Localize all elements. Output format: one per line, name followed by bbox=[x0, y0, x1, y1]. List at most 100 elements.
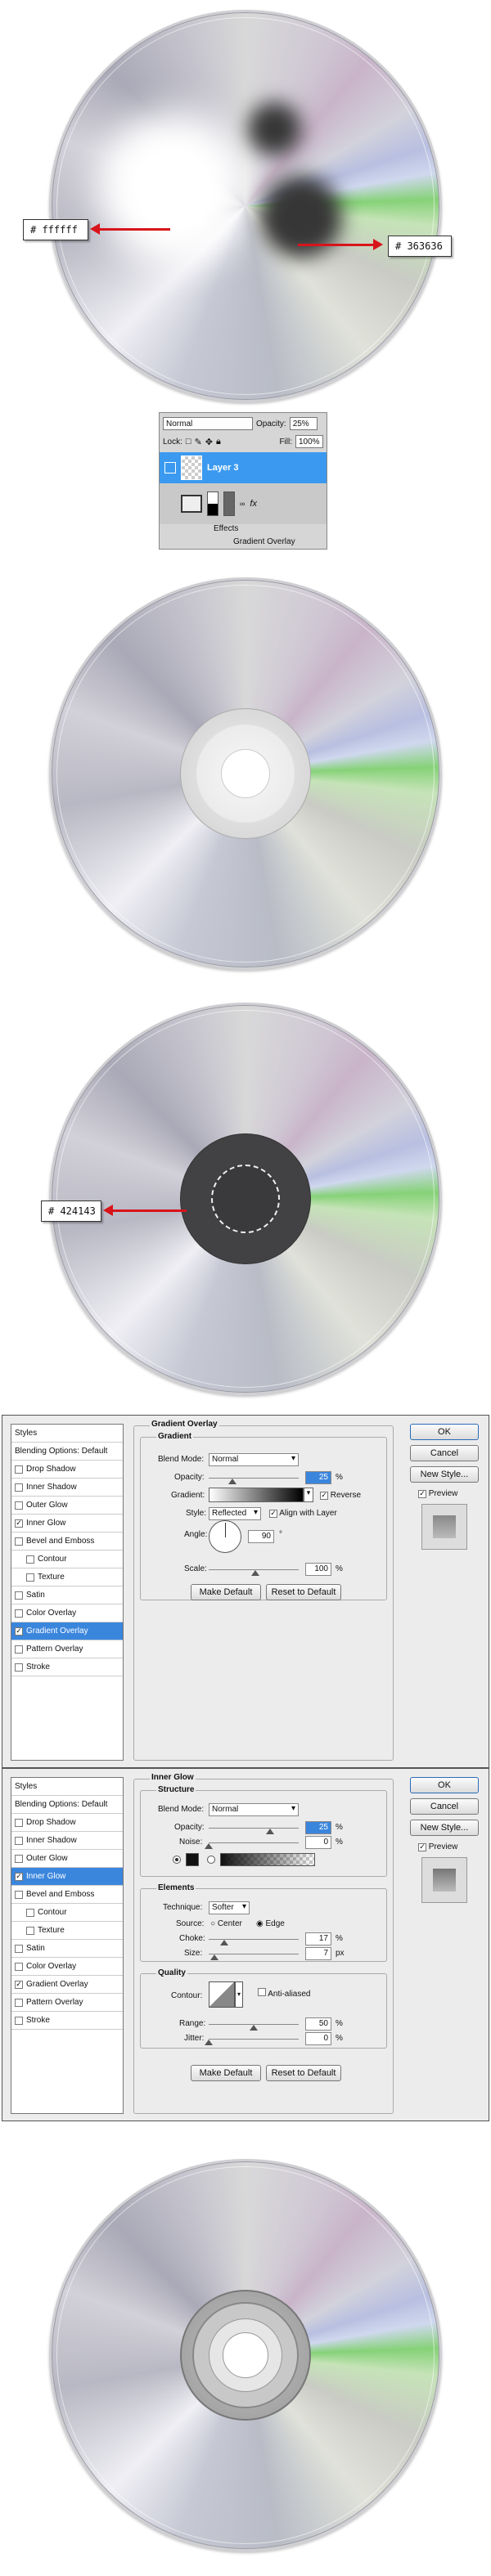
edge-radio[interactable]: ◉ Edge bbox=[256, 1919, 285, 1928]
link-icon[interactable]: ∞ bbox=[240, 500, 245, 508]
styles-header[interactable]: Styles bbox=[11, 1425, 123, 1443]
styles-texture[interactable]: Texture bbox=[11, 1922, 123, 1940]
checkbox[interactable] bbox=[15, 1591, 23, 1600]
checkbox-checked[interactable]: ✓ bbox=[15, 1872, 23, 1881]
checkbox[interactable] bbox=[15, 2016, 23, 2025]
styles-inner-glow[interactable]: ✓ Inner Glow bbox=[11, 1515, 123, 1533]
gradient-overlay-effect[interactable]: Gradient Overlay bbox=[233, 537, 295, 546]
contour-dropdown-icon[interactable]: ▾ bbox=[235, 1981, 243, 2008]
lock-paint-icon[interactable]: ✎ bbox=[195, 437, 202, 447]
preview-checkbox[interactable]: ✓ Preview bbox=[418, 1842, 457, 1851]
scale-field[interactable]: 100 bbox=[305, 1563, 331, 1576]
checkbox[interactable] bbox=[15, 1854, 23, 1863]
styles-inner-shadow[interactable]: Inner Shadow bbox=[11, 1479, 123, 1497]
styles-satin[interactable]: Satin bbox=[11, 1586, 123, 1604]
styles-color-overlay[interactable]: Color Overlay bbox=[11, 1604, 123, 1622]
slider-thumb[interactable] bbox=[251, 1566, 259, 1576]
styles-bevel[interactable]: Bevel and Emboss bbox=[11, 1886, 123, 1904]
styles-pattern-overlay[interactable]: Pattern Overlay bbox=[11, 1640, 123, 1658]
checkbox[interactable] bbox=[15, 1537, 23, 1546]
cancel-button[interactable]: Cancel bbox=[410, 1445, 479, 1461]
styles-blending[interactable]: Blending Options: Default bbox=[11, 1443, 123, 1461]
checkbox[interactable] bbox=[15, 1645, 23, 1654]
lock-transparent-icon[interactable]: □ bbox=[186, 437, 191, 447]
glow-gradient-swatch[interactable] bbox=[220, 1853, 315, 1866]
opacity-field[interactable]: 25 bbox=[305, 1471, 331, 1484]
make-default-button[interactable]: Make Default bbox=[191, 1584, 261, 1600]
technique-dropdown[interactable]: Softer bbox=[209, 1901, 250, 1914]
slider-thumb[interactable] bbox=[205, 2035, 213, 2045]
fill-field[interactable]: 100% bbox=[295, 435, 323, 448]
checkbox[interactable] bbox=[15, 1890, 23, 1899]
blend-mode-select[interactable]: Normal bbox=[163, 417, 253, 430]
checkbox[interactable] bbox=[15, 1483, 23, 1492]
noise-field[interactable]: 0 bbox=[305, 1836, 331, 1849]
reset-default-button[interactable]: Reset to Default bbox=[266, 1584, 341, 1600]
preview-checkbox[interactable]: ✓ Preview bbox=[418, 1489, 457, 1498]
ig-blend-dropdown[interactable]: Normal bbox=[209, 1803, 299, 1816]
layer-row-effects[interactable]: ∞ fx bbox=[160, 483, 327, 524]
color-swatch[interactable] bbox=[186, 1853, 199, 1866]
checkbox[interactable] bbox=[15, 1818, 23, 1827]
reset-default-button[interactable]: Reset to Default bbox=[266, 2065, 341, 2081]
slider-thumb[interactable] bbox=[210, 1950, 218, 1960]
center-radio[interactable]: ○ Center bbox=[210, 1919, 242, 1928]
checkbox[interactable] bbox=[26, 1555, 34, 1564]
styles-color-overlay[interactable]: Color Overlay bbox=[11, 1958, 123, 1976]
align-checkbox[interactable]: ✓ Align with Layer bbox=[269, 1509, 337, 1518]
ig-opacity-field[interactable]: 25 bbox=[305, 1821, 331, 1834]
ok-button[interactable]: OK bbox=[410, 1424, 479, 1440]
slider-thumb[interactable] bbox=[220, 1936, 228, 1945]
styles-outer-glow[interactable]: Outer Glow bbox=[11, 1497, 123, 1515]
angle-dial[interactable] bbox=[209, 1520, 241, 1553]
jitter-field[interactable]: 0 bbox=[305, 2032, 331, 2045]
choke-field[interactable]: 17 bbox=[305, 1932, 331, 1945]
noise-slider[interactable] bbox=[205, 1842, 299, 1849]
opacity-slider[interactable] bbox=[209, 1478, 299, 1484]
styles-gradient-overlay[interactable]: ✓ Gradient Overlay bbox=[11, 1622, 123, 1640]
slider-thumb[interactable] bbox=[266, 1824, 274, 1834]
checkbox[interactable] bbox=[26, 1926, 34, 1935]
range-field[interactable]: 50 bbox=[305, 2017, 331, 2031]
range-slider[interactable] bbox=[209, 2024, 299, 2031]
new-style-button[interactable]: New Style... bbox=[410, 1820, 479, 1836]
gradient-swatch[interactable] bbox=[209, 1488, 304, 1502]
styles-header[interactable]: Styles bbox=[11, 1778, 123, 1796]
styles-blending[interactable]: Blending Options: Default bbox=[11, 1796, 123, 1814]
ok-button[interactable]: OK bbox=[410, 1777, 479, 1793]
reverse-checkbox[interactable]: ✓ Reverse bbox=[320, 1491, 361, 1500]
checkbox-checked[interactable]: ✓ bbox=[15, 1627, 23, 1636]
styles-stroke[interactable]: Stroke bbox=[11, 2012, 123, 2030]
checkbox[interactable] bbox=[15, 1998, 23, 2007]
checkbox[interactable] bbox=[15, 1663, 23, 1672]
checkbox[interactable] bbox=[15, 1962, 23, 1971]
checkbox[interactable] bbox=[26, 1573, 34, 1582]
anti-aliased-checkbox[interactable]: Anti-aliased bbox=[258, 1988, 311, 1999]
styles-contour[interactable]: Contour bbox=[11, 1904, 123, 1922]
styles-bevel[interactable]: Bevel and Emboss bbox=[11, 1533, 123, 1551]
styles-satin[interactable]: Satin bbox=[11, 1940, 123, 1958]
styles-outer-glow[interactable]: Outer Glow bbox=[11, 1850, 123, 1868]
layer-row-layer3[interactable]: Layer 3 bbox=[160, 452, 327, 483]
style-dropdown[interactable]: Reflected bbox=[209, 1507, 261, 1520]
slider-thumb[interactable] bbox=[250, 2021, 258, 2031]
color-radio[interactable] bbox=[173, 1856, 181, 1864]
styles-drop-shadow[interactable]: Drop Shadow bbox=[11, 1461, 123, 1479]
checkbox[interactable] bbox=[15, 1836, 23, 1845]
styles-inner-glow[interactable]: ✓ Inner Glow bbox=[11, 1868, 123, 1886]
size-field[interactable]: 7 bbox=[305, 1947, 331, 1960]
cancel-button[interactable]: Cancel bbox=[410, 1798, 479, 1815]
lock-move-icon[interactable]: ✥ bbox=[205, 437, 213, 447]
styles-inner-shadow[interactable]: Inner Shadow bbox=[11, 1832, 123, 1850]
gradient-dropdown-icon[interactable]: ▾ bbox=[304, 1488, 313, 1502]
checkbox[interactable] bbox=[15, 1609, 23, 1618]
blend-mode-dropdown[interactable]: Normal bbox=[209, 1453, 299, 1466]
styles-stroke[interactable]: Stroke bbox=[11, 1658, 123, 1676]
styles-contour[interactable]: Contour bbox=[11, 1551, 123, 1568]
gradient-radio[interactable] bbox=[207, 1856, 215, 1864]
styles-drop-shadow[interactable]: Drop Shadow bbox=[11, 1814, 123, 1832]
checkbox[interactable] bbox=[15, 1944, 23, 1953]
slider-thumb[interactable] bbox=[205, 1839, 213, 1849]
checkbox-checked[interactable]: ✓ bbox=[15, 1519, 23, 1528]
ig-opacity-slider[interactable] bbox=[209, 1828, 299, 1834]
